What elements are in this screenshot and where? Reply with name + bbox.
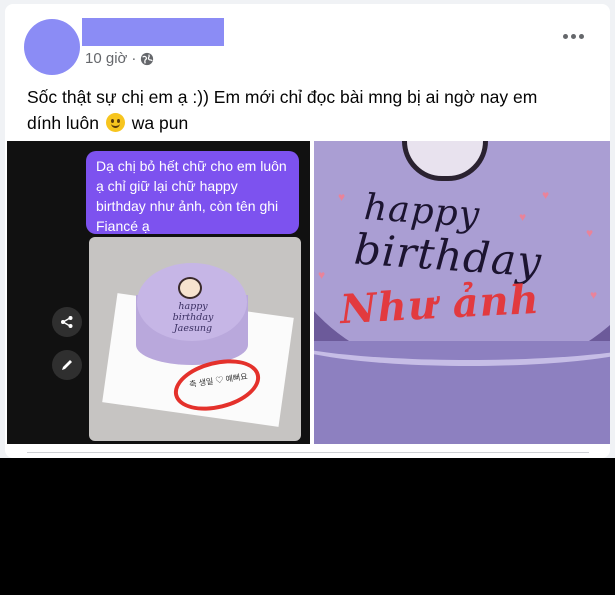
pencil-icon[interactable]: [52, 350, 82, 380]
photo-received-cake[interactable]: happy birthday Như ảnh ♥ ♥ ♥ ♥ ♥ ♥: [314, 141, 610, 444]
photo-chat-screenshot[interactable]: Dạ chị bỏ hết chữ cho em luôn ạ chỉ giữ …: [7, 141, 310, 444]
chat-bubble: Dạ chị bỏ hết chữ cho em luôn ạ chỉ giữ …: [86, 151, 299, 234]
heart-decoration: ♥: [318, 268, 326, 282]
heart-decoration: ♥: [590, 288, 598, 302]
share-icon[interactable]: [52, 307, 82, 337]
post-divider: [27, 452, 589, 453]
photo-grid: Dạ chị bỏ hết chữ cho em luôn ạ chỉ giữ …: [7, 141, 610, 444]
heart-decoration: ♥: [519, 210, 527, 224]
post-text-line-2: dính luôn wa pun: [27, 113, 189, 133]
more-icon[interactable]: [563, 34, 584, 39]
meta-separator: ·: [131, 50, 137, 67]
author-name-redacted[interactable]: [82, 18, 224, 46]
reference-cake-photo: happy birthday Jaesung 축 생일 ♡ 예뻐요: [89, 237, 301, 441]
post-body: Sốc thật sự chị em ạ :)) Em mới chỉ đọc …: [27, 84, 587, 136]
post-time[interactable]: 10 giờ: [85, 50, 127, 67]
avatar[interactable]: [24, 19, 80, 75]
post-meta: 10 giờ ·: [85, 50, 154, 67]
cake-writing: happy birthday Jaesung: [172, 301, 214, 334]
globe-icon[interactable]: [140, 52, 154, 66]
post-text-line-1: Sốc thật sự chị em ạ :)) Em mới chỉ đọc …: [27, 87, 538, 107]
heart-decoration: ♥: [586, 226, 594, 240]
smile-emoji-icon: [105, 113, 125, 132]
heart-decoration: ♥: [542, 188, 550, 202]
cake-face-drawing: [178, 277, 202, 299]
post-card: 10 giờ · Sốc thật sự chị em ạ :)) Em mới…: [5, 4, 610, 458]
heart-decoration: ♥: [338, 190, 346, 204]
